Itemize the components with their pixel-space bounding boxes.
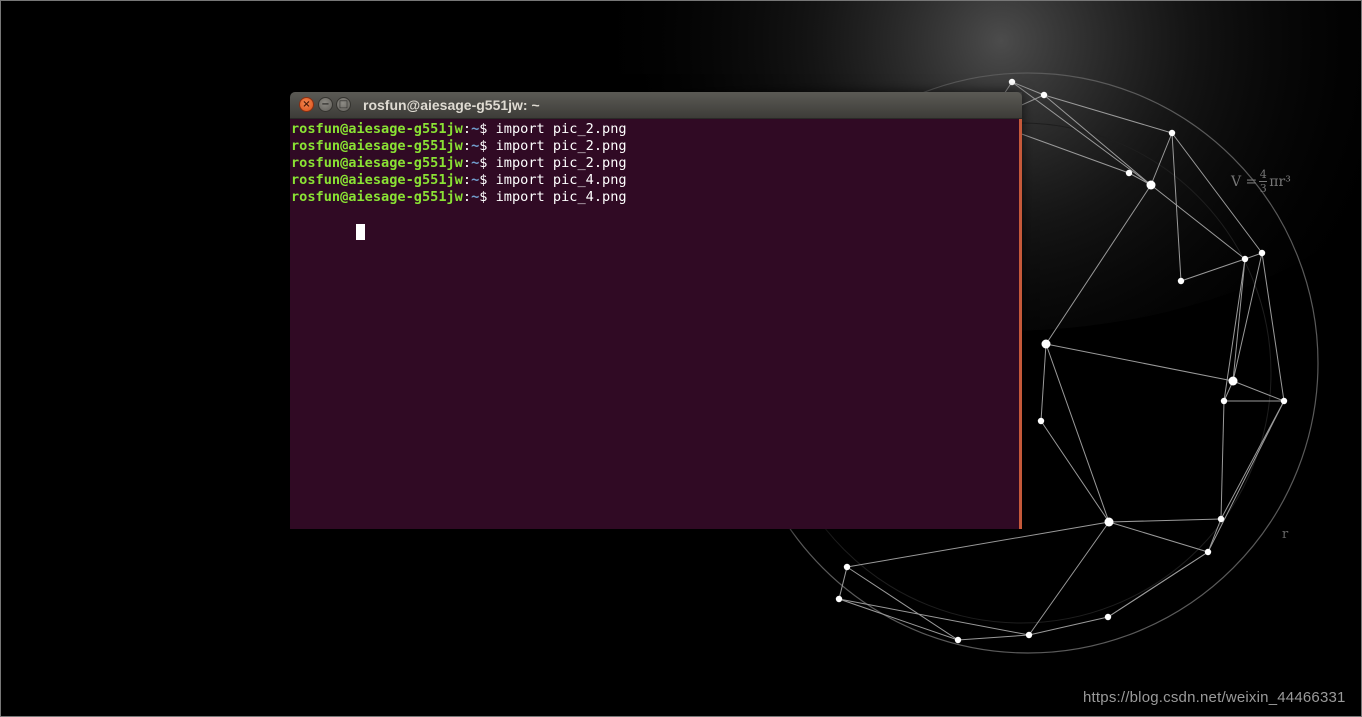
terminal-window[interactable]: × − □ rosfun@aiesage-g551jw: ~ rosfun@ai…	[290, 92, 1022, 529]
terminal-line: rosfun@aiesage-g551jw:~$ import pic_4.pn…	[291, 189, 1019, 206]
prompt-separator: :	[462, 138, 472, 154]
wireframe-node	[1217, 515, 1225, 523]
formula-fraction: 4 3	[1259, 168, 1268, 195]
minimize-button[interactable]: −	[318, 97, 333, 112]
prompt-user-host: rosfun@aiesage-g551jw	[291, 189, 463, 205]
formula-suffix: πr³	[1269, 173, 1291, 190]
wireframe-node	[1008, 78, 1016, 86]
command-text: import pic_4.png	[495, 172, 627, 188]
terminal-line: rosfun@aiesage-g551jw:~$ import pic_4.pn…	[291, 172, 1019, 189]
maximize-button[interactable]: □	[336, 97, 351, 112]
desktop: V = 4 3 πr³ r × − □ rosfun@aiesage-g551j…	[0, 0, 1362, 717]
prompt-user-host: rosfun@aiesage-g551jw	[291, 138, 463, 154]
wireframe-node	[1040, 91, 1048, 99]
prompt-user-host: rosfun@aiesage-g551jw	[291, 172, 463, 188]
wireframe-node	[1037, 417, 1045, 425]
wireframe-node	[1168, 129, 1176, 137]
wireframe-node	[1104, 613, 1112, 621]
prompt-separator: :	[462, 121, 472, 137]
prompt-user-host: rosfun@aiesage-g551jw	[291, 155, 463, 171]
wireframe-node	[1125, 169, 1133, 177]
terminal-cursor	[356, 224, 366, 240]
close-icon: ×	[302, 98, 311, 110]
terminal-line: rosfun@aiesage-g551jw:~$ import pic_2.pn…	[291, 155, 1019, 172]
minimize-icon: −	[321, 98, 330, 110]
wireframe-node	[1204, 548, 1212, 556]
radius-label: r	[1282, 527, 1289, 542]
prompt-symbol: $	[479, 155, 496, 171]
wireframe-node	[1241, 255, 1249, 263]
formula-denominator: 3	[1259, 182, 1267, 195]
wireframe-node	[1146, 180, 1156, 190]
terminal-line: rosfun@aiesage-g551jw:~$ import pic_2.pn…	[291, 138, 1019, 155]
prompt-separator: :	[462, 172, 472, 188]
wireframe-node	[1228, 376, 1238, 386]
command-text: import pic_2.png	[495, 155, 627, 171]
current-prompt-line	[291, 206, 1019, 240]
prompt-symbol: $	[479, 121, 496, 137]
wireframe-node	[835, 595, 843, 603]
command-text: import pic_2.png	[495, 121, 627, 137]
prompt-separator: :	[462, 155, 472, 171]
terminal-line: rosfun@aiesage-g551jw:~$ import pic_2.pn…	[291, 121, 1019, 138]
wireframe-node	[954, 636, 962, 644]
prompt-symbol: $	[479, 189, 496, 205]
command-text: import pic_4.png	[495, 189, 627, 205]
formula-numerator: 4	[1259, 168, 1267, 181]
wireframe-node	[1220, 397, 1228, 405]
maximize-icon: □	[338, 98, 349, 110]
volume-formula: V = 4 3 πr³	[1231, 169, 1291, 194]
wireframe-node	[1258, 249, 1266, 257]
prompt-user-host: rosfun@aiesage-g551jw	[291, 121, 463, 137]
prompt-symbol: $	[479, 172, 496, 188]
wireframe-node	[1280, 397, 1288, 405]
prompt-symbol: $	[479, 138, 496, 154]
wireframe-node	[1104, 517, 1114, 527]
terminal-output[interactable]: rosfun@aiesage-g551jw:~$ import pic_2.pn…	[290, 119, 1022, 529]
prompt-separator: :	[462, 189, 472, 205]
wireframe-node	[1041, 339, 1051, 349]
window-titlebar[interactable]: × − □ rosfun@aiesage-g551jw: ~	[290, 92, 1022, 119]
wireframe-node	[1025, 631, 1033, 639]
window-title: rosfun@aiesage-g551jw: ~	[363, 97, 540, 113]
wireframe-node	[1177, 277, 1185, 285]
wireframe-node	[843, 563, 851, 571]
close-button[interactable]: ×	[299, 97, 314, 112]
formula-prefix: V =	[1231, 173, 1258, 190]
command-text: import pic_2.png	[495, 138, 627, 154]
watermark-url: https://blog.csdn.net/weixin_44466331	[1083, 689, 1346, 706]
